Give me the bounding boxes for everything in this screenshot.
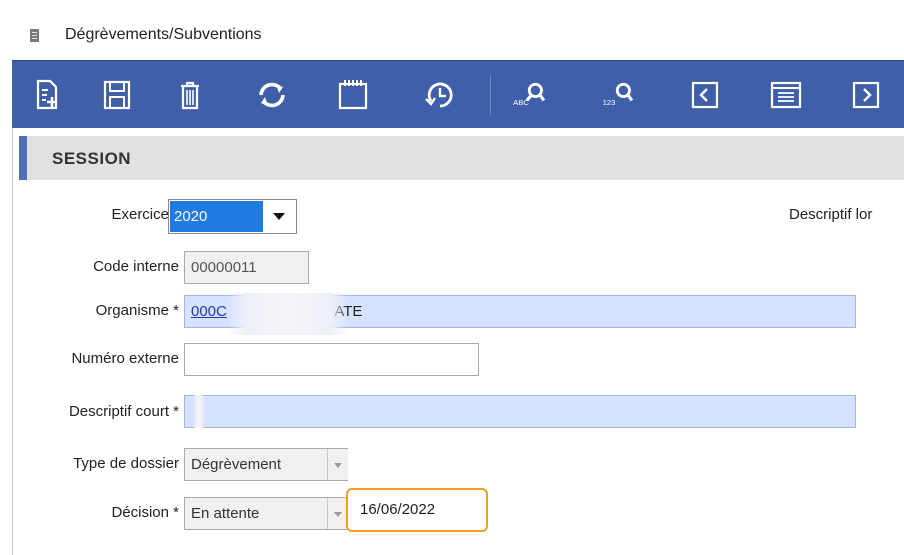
search-abc-icon: ABC <box>513 82 546 107</box>
chevron-left-icon <box>691 81 719 109</box>
decision-select[interactable]: En attente <box>184 497 348 530</box>
trash-icon <box>181 81 199 110</box>
chevron-down-icon[interactable] <box>327 498 348 529</box>
window-titlebar: Dégrèvements/Subventions <box>0 0 904 60</box>
numero-externe-input[interactable] <box>184 343 479 376</box>
search-123-button[interactable]: 123 <box>598 75 650 115</box>
toolbar: ABC 123 <box>12 60 904 129</box>
chevron-right-icon <box>852 81 880 109</box>
list-button[interactable] <box>766 75 806 115</box>
history-icon <box>425 82 453 108</box>
section-accent <box>19 136 27 180</box>
redaction-blur <box>194 395 204 428</box>
delete-button[interactable] <box>170 75 210 115</box>
redaction-blur <box>228 293 348 335</box>
code-interne-field: 00000011 <box>184 251 309 284</box>
save-button[interactable] <box>97 75 137 115</box>
descriptif-court-label: Descriptif court * <box>68 403 179 420</box>
save-icon <box>103 80 131 110</box>
type-dossier-select[interactable]: Dégrèvement <box>184 448 348 481</box>
calendar-icon <box>338 80 368 110</box>
decision-date-field[interactable]: 16/06/2022 <box>346 488 488 532</box>
next-button[interactable] <box>846 75 886 115</box>
numero-externe-label: Numéro externe <box>71 350 179 367</box>
refresh-icon <box>259 82 285 108</box>
toolbar-separator <box>490 75 491 115</box>
new-document-icon <box>36 79 58 110</box>
search-123-label: 123 <box>603 98 616 107</box>
organisme-label: Organisme * <box>95 302 179 319</box>
organisme-value-start[interactable]: 000C <box>191 303 227 320</box>
previous-button[interactable] <box>685 75 725 115</box>
code-interne-label: Code interne <box>93 258 179 275</box>
exercice-value[interactable]: 2020 <box>170 201 263 232</box>
window-title: Dégrèvements/Subventions <box>65 26 262 43</box>
chevron-down-icon[interactable] <box>264 202 294 231</box>
section-title: SESSION <box>52 149 132 168</box>
descriptif-court-field[interactable] <box>184 395 856 428</box>
chevron-down-icon[interactable] <box>327 449 348 480</box>
descriptif-long-label: Descriptif lor <box>789 206 873 223</box>
search-abc-label: ABC <box>513 98 529 107</box>
decision-label: Décision * <box>111 504 179 521</box>
type-dossier-label: Type de dossier <box>73 455 179 472</box>
search-123-icon: 123 <box>603 82 634 107</box>
list-icon <box>770 81 802 109</box>
calendar-button[interactable] <box>333 75 373 115</box>
new-record-button[interactable] <box>28 75 68 115</box>
search-abc-button[interactable]: ABC <box>510 75 562 115</box>
section-header: SESSION <box>19 136 904 180</box>
document-icon <box>30 29 39 42</box>
history-button[interactable] <box>420 75 460 115</box>
refresh-button[interactable] <box>252 75 292 115</box>
